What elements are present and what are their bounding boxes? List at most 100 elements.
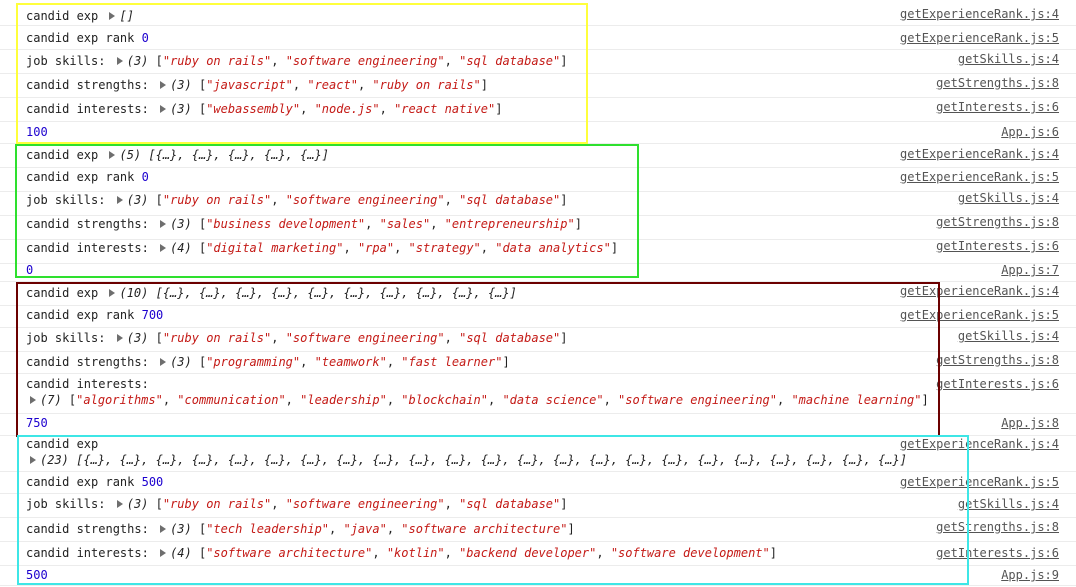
source-link[interactable]: getStrengths.js:8 bbox=[936, 520, 1059, 534]
array-count[interactable]: (3) bbox=[127, 54, 149, 68]
expand-triangle-icon[interactable] bbox=[116, 57, 123, 65]
console-message: candid exp rank 0 bbox=[26, 31, 149, 45]
console-message: 750 bbox=[26, 416, 48, 430]
array-item-string: "digital marketing" bbox=[206, 241, 344, 255]
array-item-string: "webassembly" bbox=[206, 102, 301, 116]
source-link[interactable]: App.js:8 bbox=[1001, 416, 1059, 430]
log-label: job skills: bbox=[26, 331, 106, 345]
array-count[interactable]: (3) bbox=[170, 355, 192, 369]
source-link[interactable]: getExperienceRank.js:5 bbox=[900, 475, 1059, 489]
source-link[interactable]: getExperienceRank.js:5 bbox=[900, 170, 1059, 184]
source-link[interactable]: App.js:7 bbox=[1001, 263, 1059, 277]
console-message-row: candid interests: (7) ["algorithms", "com… bbox=[0, 373, 1076, 414]
expand-triangle-icon[interactable] bbox=[160, 81, 167, 89]
array-preview[interactable]: [] bbox=[119, 9, 133, 23]
console-message-row: candid exp [] getExperienceRank.js:4 bbox=[0, 5, 1076, 26]
source-link[interactable]: getSkills.js:4 bbox=[958, 329, 1059, 343]
console-message: job skills: (3) ["ruby on rails", "softw… bbox=[26, 54, 568, 68]
array-item-string: "tech leadership" bbox=[206, 522, 330, 536]
expand-triangle-icon[interactable] bbox=[109, 289, 116, 297]
expand-triangle-icon[interactable] bbox=[160, 244, 167, 252]
console-message-row: candid strengths: (3) ["javascript", "re… bbox=[0, 73, 1076, 98]
log-label: candid exp bbox=[26, 9, 99, 23]
console-message-row: candid interests: (4) ["software archite… bbox=[0, 541, 1076, 566]
expand-triangle-icon[interactable] bbox=[160, 525, 167, 533]
source-link[interactable]: getExperienceRank.js:4 bbox=[900, 147, 1059, 161]
array-count[interactable]: (4) bbox=[170, 546, 192, 560]
log-return-value: 500 bbox=[26, 568, 48, 582]
log-label: candid exp rank bbox=[26, 31, 135, 45]
expand-triangle-icon[interactable] bbox=[116, 334, 123, 342]
source-link[interactable]: getSkills.js:4 bbox=[958, 52, 1059, 66]
source-link[interactable]: getExperienceRank.js:4 bbox=[900, 437, 1059, 451]
console-message-row: candid exp (5) [{…}, {…}, {…}, {…}, {…}]… bbox=[0, 143, 1076, 168]
log-label: candid exp bbox=[26, 286, 99, 300]
console-message-row: candid strengths: (3) ["business develop… bbox=[0, 215, 1076, 240]
log-label: candid interests: bbox=[26, 377, 149, 391]
console-message: job skills: (3) ["ruby on rails", "softw… bbox=[26, 193, 568, 207]
source-link[interactable]: getExperienceRank.js:5 bbox=[900, 308, 1059, 322]
console-message-row: 100 App.js:6 bbox=[0, 121, 1076, 144]
array-count[interactable]: (3) bbox=[127, 193, 149, 207]
console-message: candid exp (10) [{…}, {…}, {…}, {…}, {…}… bbox=[26, 286, 517, 300]
array-count[interactable]: (3) bbox=[170, 78, 192, 92]
source-link[interactable]: App.js:6 bbox=[1001, 125, 1059, 139]
console-message-row: 750 App.js:8 bbox=[0, 413, 1076, 436]
array-item-string: "rpa" bbox=[357, 241, 395, 255]
source-link[interactable]: getInterests.js:6 bbox=[936, 377, 1059, 391]
array-item-string: "ruby on rails" bbox=[372, 78, 481, 92]
array-item-string: "ruby on rails" bbox=[162, 331, 272, 345]
console-message-row: candid exp (23) [{…}, {…}, {…}, {…}, {…},… bbox=[0, 435, 1076, 472]
source-link[interactable]: getStrengths.js:8 bbox=[936, 215, 1059, 229]
array-count[interactable]: (3) bbox=[127, 497, 149, 511]
console-message: candid interests: (3) ["webassembly", "n… bbox=[26, 102, 503, 116]
log-label: candid exp rank bbox=[26, 308, 135, 322]
source-link[interactable]: getExperienceRank.js:4 bbox=[900, 7, 1059, 21]
source-link[interactable]: getInterests.js:6 bbox=[936, 100, 1059, 114]
log-label: candid exp bbox=[26, 437, 99, 451]
expand-triangle-icon[interactable] bbox=[160, 358, 167, 366]
array-count[interactable]: (3) bbox=[170, 522, 192, 536]
expand-triangle-icon[interactable] bbox=[30, 456, 36, 464]
source-link[interactable]: getInterests.js:6 bbox=[936, 546, 1059, 560]
expand-triangle-icon[interactable] bbox=[160, 549, 167, 557]
console-message: candid exp rank 0 bbox=[26, 170, 149, 184]
log-label: candid interests: bbox=[26, 102, 149, 116]
expand-triangle-icon[interactable] bbox=[30, 396, 36, 404]
array-count[interactable]: (3) bbox=[170, 217, 192, 231]
console-message: candid interests: (4) ["digital marketin… bbox=[26, 241, 619, 255]
array-count[interactable]: (3) bbox=[127, 331, 149, 345]
expand-triangle-icon[interactable] bbox=[116, 500, 123, 508]
source-link[interactable]: getSkills.js:4 bbox=[958, 497, 1059, 511]
array-item-string: "sql database" bbox=[459, 193, 561, 207]
log-label: job skills: bbox=[26, 497, 106, 511]
source-link[interactable]: App.js:9 bbox=[1001, 568, 1059, 582]
array-preview[interactable]: (5) [{…}, {…}, {…}, {…}, {…}] bbox=[119, 148, 329, 162]
array-item-string: "teamwork" bbox=[314, 355, 387, 369]
array-item-string: "javascript" bbox=[206, 78, 293, 92]
source-link[interactable]: getExperienceRank.js:4 bbox=[900, 284, 1059, 298]
console-message: candid exp bbox=[26, 437, 98, 451]
array-item-string: "ruby on rails" bbox=[162, 193, 272, 207]
expand-triangle-icon[interactable] bbox=[116, 196, 123, 204]
source-link[interactable]: getStrengths.js:8 bbox=[936, 76, 1059, 90]
expand-triangle-icon[interactable] bbox=[109, 151, 116, 159]
source-link[interactable]: getExperienceRank.js:5 bbox=[900, 31, 1059, 45]
log-label: candid exp bbox=[26, 148, 99, 162]
array-item-string: "sql database" bbox=[459, 54, 561, 68]
array-count[interactable]: (7) bbox=[40, 393, 62, 407]
source-link[interactable]: getStrengths.js:8 bbox=[936, 353, 1059, 367]
log-value: 500 bbox=[141, 475, 164, 489]
log-label: candid strengths: bbox=[26, 522, 149, 536]
source-link[interactable]: getSkills.js:4 bbox=[958, 191, 1059, 205]
source-link[interactable]: getInterests.js:6 bbox=[936, 239, 1059, 253]
expand-triangle-icon[interactable] bbox=[160, 220, 167, 228]
expand-triangle-icon[interactable] bbox=[160, 105, 167, 113]
array-preview[interactable]: (10) [{…}, {…}, {…}, {…}, {…}, {…}, {…},… bbox=[119, 286, 516, 300]
array-preview[interactable]: (23) [{…}, {…}, {…}, {…}, {…}, {…}, {…},… bbox=[40, 453, 907, 467]
array-count[interactable]: (3) bbox=[170, 102, 192, 116]
array-item-string: "software engineering" bbox=[618, 393, 777, 407]
expand-triangle-icon[interactable] bbox=[109, 12, 116, 20]
array-count[interactable]: (4) bbox=[170, 241, 192, 255]
console-message-row: job skills: (3) ["ruby on rails", "softw… bbox=[0, 493, 1076, 518]
